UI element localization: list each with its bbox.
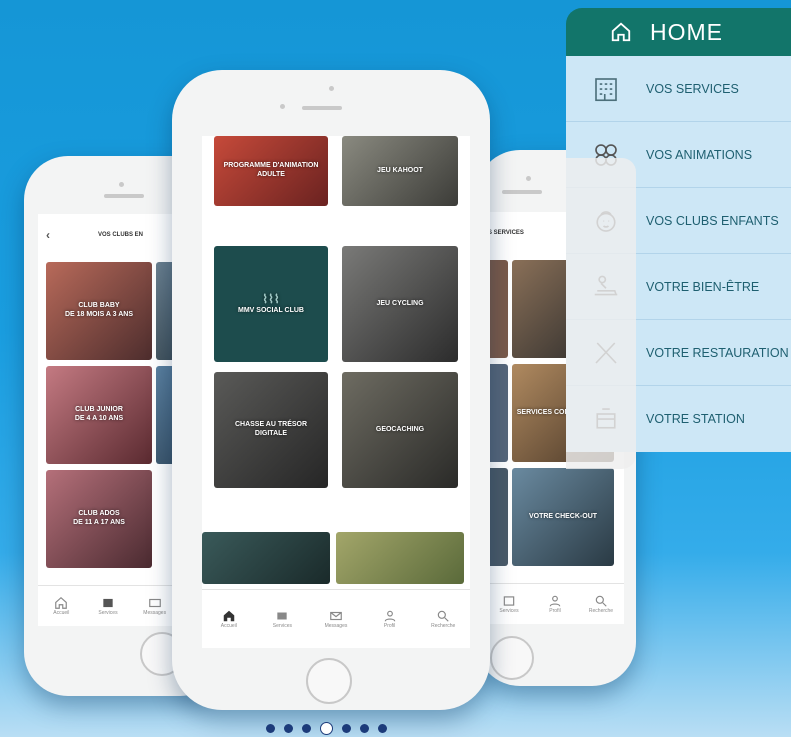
speaker bbox=[104, 194, 144, 198]
tab-search[interactable]: Recherche bbox=[416, 590, 470, 648]
activity-tile[interactable] bbox=[202, 532, 330, 584]
tab-label: Services bbox=[272, 623, 292, 629]
activity-tile-label: JEU CYCLING bbox=[376, 299, 424, 307]
back-icon[interactable]: ‹ bbox=[46, 228, 50, 242]
tab-label: Recherche bbox=[588, 608, 614, 614]
tab-label: Messages bbox=[143, 610, 167, 616]
tab-bar: Services Profil Recherche bbox=[486, 583, 624, 624]
activity-tile-label: PROGRAMME D'ANIMATION ADULTE bbox=[223, 162, 319, 178]
menu-header[interactable]: HOME bbox=[566, 8, 791, 56]
menu-header-label: HOME bbox=[650, 18, 723, 45]
home-button[interactable] bbox=[306, 658, 352, 704]
carousel-dot[interactable] bbox=[284, 724, 293, 733]
club-tile[interactable]: CLUB JUNIOR DE 4 A 10 ANS bbox=[46, 366, 152, 464]
camera bbox=[329, 86, 334, 91]
carousel-dots bbox=[266, 722, 387, 735]
tab-bar: Accueil Services Messages bbox=[38, 585, 178, 626]
carousel-dot[interactable] bbox=[378, 724, 387, 733]
search-icon bbox=[437, 610, 449, 622]
screen-title: S SERVICES bbox=[488, 230, 524, 236]
menu-item-label: VOS SERVICES bbox=[646, 81, 739, 96]
carousel-dot[interactable] bbox=[342, 724, 351, 733]
activity-tile[interactable]: JEU KAHOOT bbox=[342, 136, 458, 206]
logo-wave-icon: ⌇⌇⌇ bbox=[262, 292, 280, 307]
tab-profile[interactable]: Profil bbox=[532, 584, 578, 624]
carousel-dot-active[interactable] bbox=[320, 722, 333, 735]
menu-item-label: VOTRE BIEN-ÊTRE bbox=[646, 279, 760, 294]
speaker bbox=[302, 106, 342, 110]
center-phone-screen: PROGRAMME D'ANIMATION ADULTE JEU KAHOOT … bbox=[202, 136, 470, 648]
tab-messages[interactable]: Messages bbox=[309, 590, 363, 648]
service-tile[interactable]: VOTRE CHECK-OUT bbox=[512, 468, 614, 566]
camera bbox=[119, 182, 124, 187]
tab-label: Accueil bbox=[220, 623, 237, 629]
services-icon bbox=[503, 596, 515, 606]
tab-bar: Accueil Services Messages Profil Recherc… bbox=[202, 589, 470, 648]
home-icon bbox=[223, 610, 235, 622]
tab-label: Services bbox=[98, 610, 118, 616]
tab-home[interactable]: Accueil bbox=[202, 590, 256, 648]
tab-services[interactable]: Services bbox=[486, 584, 532, 624]
carousel-dot[interactable] bbox=[360, 724, 369, 733]
tab-profile[interactable]: Profil bbox=[363, 590, 417, 648]
club-tile-label: CLUB JUNIOR DE 4 A 10 ANS bbox=[74, 406, 124, 422]
menu-item-label: VOTRE STATION bbox=[646, 412, 745, 426]
menu-item-label: VOS CLUBS ENFANTS bbox=[646, 213, 779, 228]
mail-icon bbox=[330, 611, 342, 621]
club-tile-label: CLUB ADOS DE 11 A 17 ANS bbox=[73, 510, 125, 526]
menu-item-label: VOS ANIMATIONS bbox=[646, 147, 753, 162]
tab-search[interactable]: Recherche bbox=[578, 584, 624, 624]
tab-label: Profil bbox=[383, 623, 396, 629]
home-icon bbox=[55, 596, 68, 609]
tab-label: Recherche bbox=[431, 623, 456, 629]
profile-icon bbox=[549, 595, 561, 607]
activity-tile[interactable]: ⌇⌇⌇ MMV SOCIAL CLUB bbox=[214, 246, 328, 362]
activity-tile-label: MMV SOCIAL CLUB bbox=[238, 307, 304, 315]
carousel-dot[interactable] bbox=[266, 724, 275, 733]
services-icon bbox=[103, 598, 113, 608]
activity-tile[interactable] bbox=[336, 532, 464, 584]
mail-icon bbox=[148, 598, 161, 608]
tab-label: Messages bbox=[324, 623, 348, 629]
activity-tile-label: CHASSE AU TRÉSOR DIGITALE bbox=[234, 421, 308, 437]
activity-tile[interactable]: PROGRAMME D'ANIMATION ADULTE bbox=[214, 136, 328, 206]
tab-label: Services bbox=[499, 608, 519, 614]
activity-tile[interactable]: GEOCACHING bbox=[342, 372, 458, 488]
camera bbox=[526, 176, 531, 181]
profile-icon bbox=[384, 610, 395, 622]
activity-tile-label: GEOCACHING bbox=[375, 425, 425, 433]
tab-services[interactable]: Services bbox=[85, 586, 132, 626]
menu-item-label: VOTRE RESTAURATION bbox=[646, 345, 789, 360]
tab-messages[interactable]: Messages bbox=[131, 586, 178, 626]
home-button[interactable] bbox=[490, 636, 534, 680]
home-icon bbox=[611, 22, 631, 42]
club-tile[interactable]: CLUB ADOS DE 11 A 17 ANS bbox=[46, 470, 152, 568]
activity-tile-label: JEU KAHOOT bbox=[377, 166, 423, 174]
center-phone: PROGRAMME D'ANIMATION ADULTE JEU KAHOOT … bbox=[172, 70, 490, 710]
activity-tile[interactable]: JEU CYCLING bbox=[342, 246, 458, 362]
phone-edge-overlay bbox=[566, 158, 636, 469]
menu-item-services[interactable]: VOS SERVICES bbox=[566, 56, 791, 122]
tab-home[interactable]: Accueil bbox=[38, 586, 85, 626]
club-tile[interactable]: CLUB BABY DE 18 MOIS A 3 ANS bbox=[46, 262, 152, 360]
screen-title: VOS CLUBS EN bbox=[98, 232, 144, 238]
camera bbox=[280, 104, 285, 109]
search-icon bbox=[595, 595, 607, 607]
services-icon bbox=[277, 612, 288, 620]
club-tile-label: CLUB BABY DE 18 MOIS A 3 ANS bbox=[64, 302, 134, 318]
hotel-icon bbox=[595, 77, 617, 101]
carousel-dot[interactable] bbox=[302, 724, 311, 733]
tab-label: Profil bbox=[549, 608, 561, 614]
speaker bbox=[502, 190, 542, 194]
tab-services[interactable]: Services bbox=[256, 590, 310, 648]
activity-tile[interactable]: CHASSE AU TRÉSOR DIGITALE bbox=[214, 372, 328, 488]
tab-label: Accueil bbox=[53, 610, 70, 616]
service-tile-label: VOTRE CHECK-OUT bbox=[528, 512, 598, 520]
